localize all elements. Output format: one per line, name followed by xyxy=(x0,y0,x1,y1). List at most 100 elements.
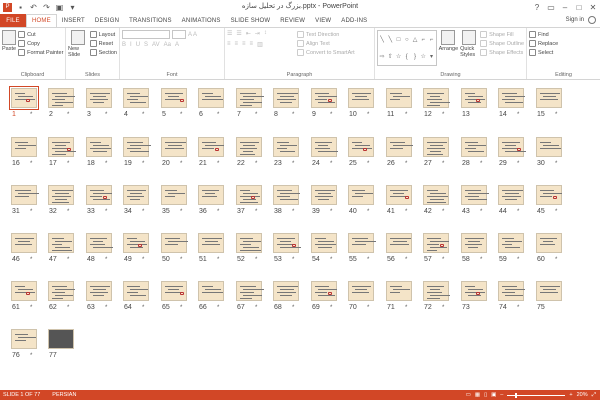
transition-star-icon[interactable]: * xyxy=(517,161,519,167)
align-center-icon[interactable]: ≡ xyxy=(235,41,239,48)
strikethrough-icon[interactable]: S xyxy=(144,42,148,48)
slide-thumbnail[interactable] xyxy=(48,329,74,349)
transition-star-icon[interactable]: * xyxy=(105,112,107,118)
slide-thumbnail[interactable] xyxy=(123,233,149,253)
transition-star-icon[interactable]: * xyxy=(67,209,69,215)
brace-shape-icon[interactable]: } xyxy=(414,54,416,60)
slide-thumbnail[interactable] xyxy=(423,137,449,157)
star-shape-icon[interactable]: ☆ xyxy=(421,53,426,60)
transition-star-icon[interactable]: * xyxy=(517,257,519,263)
transition-star-icon[interactable]: * xyxy=(30,257,32,263)
slide-thumbnail[interactable] xyxy=(161,88,187,108)
slide-thumbnail[interactable] xyxy=(498,233,524,253)
transition-star-icon[interactable]: * xyxy=(142,257,144,263)
slide-thumbnail[interactable] xyxy=(48,88,75,108)
transition-star-icon[interactable]: * xyxy=(255,257,257,263)
slide-thumbnail[interactable] xyxy=(48,137,76,157)
slide-sorter[interactable]: 1 * 2 * 3 * 4 * 5 * 6 * 7 * 8 * 9 * 10 * 11 * 12 * 13 14 * 15 * 16 * 17… xyxy=(0,81,600,390)
underline-icon[interactable]: U xyxy=(136,42,140,48)
slide-thumbnail[interactable] xyxy=(11,233,37,253)
slide-thumbnail[interactable] xyxy=(198,88,224,108)
slide-thumbnail[interactable] xyxy=(498,137,526,157)
slide-thumbnail[interactable] xyxy=(236,233,262,253)
transition-star-icon[interactable]: * xyxy=(180,257,182,263)
slide-thumbnail[interactable] xyxy=(86,88,112,108)
slide-thumbnail[interactable] xyxy=(9,86,39,110)
slide-thumbnail[interactable] xyxy=(236,281,264,301)
italic-icon[interactable]: I xyxy=(130,42,132,48)
tab-add-ins[interactable]: ADD-INS xyxy=(336,14,372,27)
transition-star-icon[interactable]: * xyxy=(367,209,369,215)
slide-thumbnail[interactable] xyxy=(348,137,374,157)
fit-slide-icon[interactable]: ⤢ xyxy=(592,392,596,399)
slide-thumbnail[interactable] xyxy=(311,233,337,253)
connector-shape-icon[interactable]: ⌐ xyxy=(421,37,425,43)
slide-thumbnail[interactable] xyxy=(311,185,337,205)
transition-star-icon[interactable]: * xyxy=(217,257,219,263)
cut-button[interactable]: Cut xyxy=(18,30,63,39)
slide-thumbnail[interactable] xyxy=(161,185,187,205)
triangle-shape-icon[interactable]: △ xyxy=(413,36,418,43)
bold-icon[interactable]: B xyxy=(122,42,126,48)
connector-shape-icon[interactable]: ⌐ xyxy=(430,37,434,43)
slide-thumbnail[interactable] xyxy=(311,281,337,301)
transition-star-icon[interactable]: * xyxy=(405,209,407,215)
transition-star-icon[interactable]: * xyxy=(142,305,144,311)
rectangle-shape-icon[interactable]: □ xyxy=(397,37,401,43)
slide-thumbnail[interactable] xyxy=(123,137,151,157)
copy-button[interactable]: Copy xyxy=(18,39,63,48)
tab-animations[interactable]: ANIMATIONS xyxy=(177,14,226,27)
slide-thumbnail[interactable] xyxy=(86,185,112,205)
slide-thumbnail[interactable] xyxy=(311,137,338,157)
transition-star-icon[interactable]: * xyxy=(330,257,332,263)
columns-icon[interactable]: ▥ xyxy=(257,41,263,48)
slide-thumbnail[interactable] xyxy=(273,185,300,205)
transition-star-icon[interactable]: * xyxy=(255,112,257,118)
more-shapes-icon[interactable]: ▾ xyxy=(430,53,433,60)
transition-star-icon[interactable]: * xyxy=(292,209,294,215)
layout-button[interactable]: Layout xyxy=(89,30,117,39)
transition-star-icon[interactable]: * xyxy=(142,209,144,215)
zoom-in-icon[interactable]: + xyxy=(569,392,572,398)
justify-icon[interactable]: ≡ xyxy=(250,41,254,48)
transition-star-icon[interactable]: * xyxy=(480,161,482,167)
text-direction-button[interactable]: Text Direction xyxy=(297,30,355,39)
transition-star-icon[interactable]: * xyxy=(330,112,332,118)
transition-star-icon[interactable]: * xyxy=(105,209,107,215)
slide-thumbnail[interactable] xyxy=(461,137,487,157)
transition-star-icon[interactable]: * xyxy=(292,305,294,311)
slide-thumbnail[interactable] xyxy=(536,185,562,205)
help-icon[interactable]: ? xyxy=(530,0,544,14)
align-text-button[interactable]: Align Text xyxy=(297,39,355,48)
transition-star-icon[interactable]: * xyxy=(217,305,219,311)
char-spacing-icon[interactable]: AV xyxy=(152,42,160,48)
numbering-icon[interactable]: ☰ xyxy=(236,30,241,37)
slide-thumbnail[interactable] xyxy=(198,137,224,157)
slide-thumbnail[interactable] xyxy=(11,281,37,301)
maximize-icon[interactable]: □ xyxy=(572,0,586,14)
transition-star-icon[interactable]: * xyxy=(517,112,519,118)
transition-star-icon[interactable]: * xyxy=(67,305,69,311)
transition-star-icon[interactable]: * xyxy=(180,112,182,118)
transition-star-icon[interactable]: * xyxy=(367,161,369,167)
transition-star-icon[interactable]: * xyxy=(330,305,332,311)
transition-star-icon[interactable]: * xyxy=(67,257,69,263)
slide-thumbnail[interactable] xyxy=(11,329,37,349)
star-shape-icon[interactable]: ☆ xyxy=(396,53,401,60)
slide-thumbnail[interactable] xyxy=(273,281,299,301)
transition-star-icon[interactable]: * xyxy=(367,305,369,311)
slide-thumbnail[interactable] xyxy=(198,281,224,301)
slide-thumbnail[interactable] xyxy=(536,137,562,157)
font-size-input[interactable] xyxy=(172,30,186,39)
tab-slide-show[interactable]: SLIDE SHOW xyxy=(226,14,276,27)
increase-indent-icon[interactable]: ⇥ xyxy=(255,30,260,37)
transition-star-icon[interactable]: * xyxy=(442,305,444,311)
transition-star-icon[interactable]: * xyxy=(555,161,557,167)
transition-star-icon[interactable]: * xyxy=(442,112,444,118)
slide-thumbnail[interactable] xyxy=(48,281,75,301)
zoom-out-icon[interactable]: – xyxy=(500,392,503,398)
bullets-icon[interactable]: ☰ xyxy=(227,30,232,37)
slide-thumbnail[interactable] xyxy=(123,281,149,301)
tab-transitions[interactable]: TRANSITIONS xyxy=(124,14,177,27)
tab-file[interactable]: FILE xyxy=(0,14,26,27)
